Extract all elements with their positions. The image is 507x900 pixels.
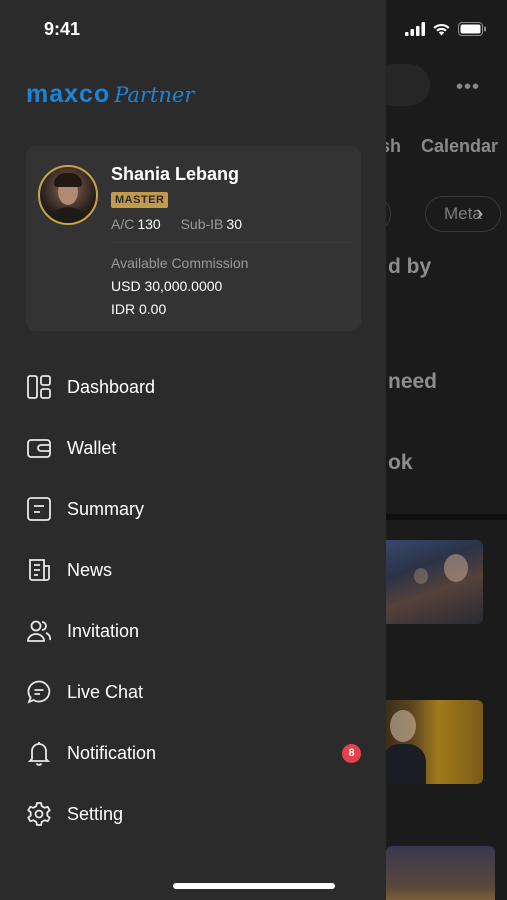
card-divider xyxy=(111,242,351,243)
news-icon xyxy=(24,555,54,585)
more-icon: ••• xyxy=(456,76,481,98)
menu-item-setting[interactable]: Setting xyxy=(24,792,369,836)
battery-icon xyxy=(458,22,486,36)
menu-item-invitation[interactable]: Invitation xyxy=(24,609,369,653)
status-time: 9:41 xyxy=(44,19,81,39)
account-counts: A/C 130 Sub-IB 30 xyxy=(111,216,242,232)
commission-label: Available Commission xyxy=(111,255,249,271)
maxco-partner-logo: maxco Partner xyxy=(26,80,194,109)
news-thumbnail-1 xyxy=(372,540,483,624)
commission-idr: IDR 0.00 xyxy=(111,301,167,317)
background-tab-calendar: Calendar xyxy=(421,136,499,156)
subib-label: Sub-IB xyxy=(180,216,224,232)
home-indicator xyxy=(173,883,335,889)
avatar xyxy=(38,165,98,225)
wifi-icon xyxy=(433,23,450,36)
background-chip-meta: Meta xyxy=(425,196,501,232)
menu-item-wallet[interactable]: Wallet xyxy=(24,426,369,470)
summary-icon xyxy=(24,494,54,524)
menu-item-live-chat[interactable]: Live Chat xyxy=(24,670,369,714)
background-snippet-2: need xyxy=(388,370,438,393)
news-thumbnail-3 xyxy=(386,846,495,900)
chat-icon xyxy=(24,677,54,707)
menu-item-summary[interactable]: Summary xyxy=(24,487,369,531)
menu-item-news[interactable]: News xyxy=(24,548,369,592)
gear-icon xyxy=(24,799,54,829)
logo-sub-text: Partner xyxy=(114,83,195,107)
menu-label-wallet: Wallet xyxy=(67,437,117,458)
menu-label-notification: Notification xyxy=(67,742,157,763)
user-name: Shania Lebang xyxy=(111,164,240,184)
background-snippet-1: d by xyxy=(388,255,432,278)
menu-label-invitation: Invitation xyxy=(67,620,140,641)
background-snippet-3: ok xyxy=(388,451,413,474)
menu-label-live-chat: Live Chat xyxy=(67,681,144,702)
profile-card[interactable]: Shania Lebang MASTER A/C 130 Sub-IB 30 Ava… xyxy=(26,146,361,331)
ac-value: 130 xyxy=(137,216,161,232)
notification-count-badge: 8 xyxy=(342,744,361,763)
ac-label: A/C xyxy=(111,216,135,232)
signal-icon xyxy=(405,22,425,36)
news-thumbnail-2 xyxy=(372,700,483,784)
invitation-icon xyxy=(24,616,54,646)
chevron-right-icon: › xyxy=(476,200,484,225)
status-icons xyxy=(405,21,487,37)
menu-label-news: News xyxy=(67,559,113,580)
menu-item-dashboard[interactable]: Dashboard xyxy=(24,365,369,409)
tier-badge: MASTER xyxy=(111,192,169,208)
wallet-icon xyxy=(24,433,54,463)
menu-label-setting: Setting xyxy=(67,803,124,824)
side-drawer: 9:41 maxco Partner Shania Lebang MASTER … xyxy=(0,0,386,900)
background-divider xyxy=(386,514,507,520)
menu-label-dashboard: Dashboard xyxy=(67,376,156,397)
menu-item-notification[interactable]: Notification 8 xyxy=(24,731,369,775)
dashboard-icon xyxy=(24,372,54,402)
bell-icon xyxy=(24,738,54,768)
logo-main-text: maxco xyxy=(26,80,111,108)
subib-value: 30 xyxy=(226,216,242,232)
commission-usd: USD 30,000.0000 xyxy=(111,278,223,294)
menu-label-summary: Summary xyxy=(67,498,145,519)
